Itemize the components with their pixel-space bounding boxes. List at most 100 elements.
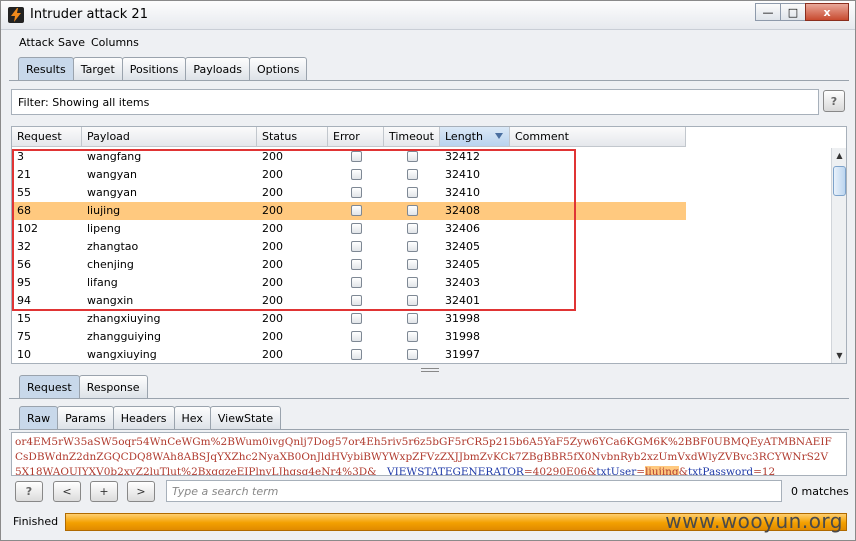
table-row[interactable]: 21 wangyan 200 32410 bbox=[12, 166, 686, 184]
timeout-checkbox[interactable] bbox=[406, 151, 418, 162]
tab-results[interactable]: Results bbox=[18, 57, 74, 80]
cell-length: 32410 bbox=[445, 186, 480, 199]
error-checkbox[interactable] bbox=[350, 259, 362, 270]
col-request[interactable]: Request bbox=[12, 127, 82, 147]
table-row[interactable]: 3 wangfang 200 32412 bbox=[12, 148, 686, 166]
timeout-checkbox[interactable] bbox=[406, 331, 418, 342]
timeout-checkbox[interactable] bbox=[406, 205, 418, 216]
tab-params[interactable]: Params bbox=[57, 406, 114, 429]
tab-divider-3 bbox=[9, 429, 849, 430]
error-checkbox[interactable] bbox=[350, 169, 362, 180]
error-checkbox[interactable] bbox=[350, 349, 362, 360]
tab-payloads[interactable]: Payloads bbox=[185, 57, 250, 80]
tab-response[interactable]: Response bbox=[78, 375, 148, 398]
error-checkbox[interactable] bbox=[350, 223, 362, 234]
timeout-checkbox[interactable] bbox=[406, 241, 418, 252]
cell-length: 31997 bbox=[445, 348, 480, 361]
col-status[interactable]: Status bbox=[257, 127, 328, 147]
search-help-button[interactable]: ? bbox=[15, 481, 43, 502]
table-row[interactable]: 10 wangxiuying 200 31997 bbox=[12, 346, 686, 363]
table-row[interactable]: 94 wangxin 200 32401 bbox=[12, 292, 686, 310]
tab-request[interactable]: Request bbox=[19, 375, 80, 398]
col-error[interactable]: Error bbox=[328, 127, 384, 147]
error-checkbox[interactable] bbox=[350, 313, 362, 324]
cell-status: 200 bbox=[262, 204, 283, 217]
scroll-up-icon[interactable]: ▲ bbox=[832, 148, 846, 163]
raw-password-value: =12 bbox=[753, 466, 776, 476]
filter-help-button[interactable]: ? bbox=[823, 90, 845, 112]
timeout-checkbox[interactable] bbox=[406, 169, 418, 180]
cell-request: 94 bbox=[17, 294, 31, 307]
tab-viewstate[interactable]: ViewState bbox=[209, 406, 282, 429]
cell-request: 95 bbox=[17, 276, 31, 289]
error-checkbox[interactable] bbox=[350, 331, 362, 342]
timeout-checkbox[interactable] bbox=[406, 295, 418, 306]
table-row[interactable]: 56 chenjing 200 32405 bbox=[12, 256, 686, 274]
cell-error bbox=[328, 310, 384, 328]
timeout-checkbox[interactable] bbox=[406, 259, 418, 270]
raw-equals: = bbox=[636, 466, 646, 476]
view-tabs: Raw Params Headers Hex ViewState bbox=[19, 406, 282, 429]
error-checkbox[interactable] bbox=[350, 205, 362, 216]
timeout-checkbox[interactable] bbox=[406, 313, 418, 324]
raw-request-text[interactable]: or4EM5rW35aSW5oqr54WnCeWGm%2BWum0ivgQnlj… bbox=[11, 432, 847, 476]
close-button[interactable]: x bbox=[805, 3, 849, 21]
table-row[interactable]: 15 zhangxiuying 200 31998 bbox=[12, 310, 686, 328]
tab-headers[interactable]: Headers bbox=[112, 406, 175, 429]
maximize-button[interactable]: □ bbox=[780, 3, 806, 21]
window-title: Intruder attack 21 bbox=[30, 7, 148, 22]
error-checkbox[interactable] bbox=[350, 241, 362, 252]
raw-param-name-user: txtUser bbox=[596, 466, 637, 476]
top-tabs: Results Target Positions Payloads Option… bbox=[18, 57, 308, 80]
cell-comment bbox=[510, 202, 686, 220]
search-prev-button[interactable]: < bbox=[53, 481, 81, 502]
splitter-grip[interactable] bbox=[421, 368, 439, 372]
tab-options[interactable]: Options bbox=[248, 57, 308, 80]
cell-status: 200 bbox=[262, 258, 283, 271]
table-scrollbar[interactable]: ▲ ▼ bbox=[831, 148, 846, 363]
raw-payload-highlight: liujing bbox=[645, 466, 679, 476]
col-timeout[interactable]: Timeout bbox=[384, 127, 440, 147]
filter-bar[interactable]: Filter: Showing all items bbox=[11, 89, 819, 115]
table-row[interactable]: 95 lifang 200 32403 bbox=[12, 274, 686, 292]
search-input[interactable]: Type a search term bbox=[166, 480, 782, 502]
error-checkbox[interactable] bbox=[350, 277, 362, 288]
cell-payload: lipeng bbox=[87, 222, 121, 235]
table-row[interactable]: 55 wangyan 200 32410 bbox=[12, 184, 686, 202]
timeout-checkbox[interactable] bbox=[406, 277, 418, 288]
tab-raw[interactable]: Raw bbox=[19, 406, 59, 429]
table-row[interactable]: 102 lipeng 200 32406 bbox=[12, 220, 686, 238]
tab-hex[interactable]: Hex bbox=[173, 406, 211, 429]
cell-status: 200 bbox=[262, 312, 283, 325]
minimize-button[interactable]: — bbox=[755, 3, 781, 21]
cell-status: 200 bbox=[262, 276, 283, 289]
table-row[interactable]: 32 zhangtao 200 32405 bbox=[12, 238, 686, 256]
error-checkbox[interactable] bbox=[350, 187, 362, 198]
timeout-checkbox[interactable] bbox=[406, 349, 418, 360]
error-checkbox[interactable] bbox=[350, 295, 362, 306]
cell-comment bbox=[510, 166, 686, 184]
col-comment[interactable]: Comment bbox=[510, 127, 686, 147]
error-checkbox[interactable] bbox=[350, 151, 362, 162]
table-row[interactable]: 75 zhangguiying 200 31998 bbox=[12, 328, 686, 346]
menu-columns[interactable]: Columns bbox=[91, 36, 139, 49]
scroll-down-icon[interactable]: ▼ bbox=[832, 348, 846, 363]
pane-splitter[interactable] bbox=[1, 366, 855, 374]
cell-payload: wangfang bbox=[87, 150, 142, 163]
cell-error bbox=[328, 256, 384, 274]
tab-target[interactable]: Target bbox=[72, 57, 123, 80]
col-length[interactable]: Length bbox=[440, 127, 510, 147]
tab-divider-2 bbox=[9, 398, 849, 399]
search-next-button[interactable]: > bbox=[127, 481, 155, 502]
scroll-thumb[interactable] bbox=[833, 166, 846, 196]
cell-error bbox=[328, 346, 384, 363]
tab-positions[interactable]: Positions bbox=[121, 57, 187, 80]
search-add-button[interactable]: + bbox=[90, 481, 118, 502]
col-payload[interactable]: Payload bbox=[82, 127, 257, 147]
timeout-checkbox[interactable] bbox=[406, 187, 418, 198]
timeout-checkbox[interactable] bbox=[406, 223, 418, 234]
cell-timeout bbox=[384, 310, 440, 328]
table-row[interactable]: 68 liujing 200 32408 bbox=[12, 202, 686, 220]
menu-save[interactable]: Save bbox=[58, 36, 85, 49]
menu-attack[interactable]: Attack bbox=[19, 36, 54, 49]
